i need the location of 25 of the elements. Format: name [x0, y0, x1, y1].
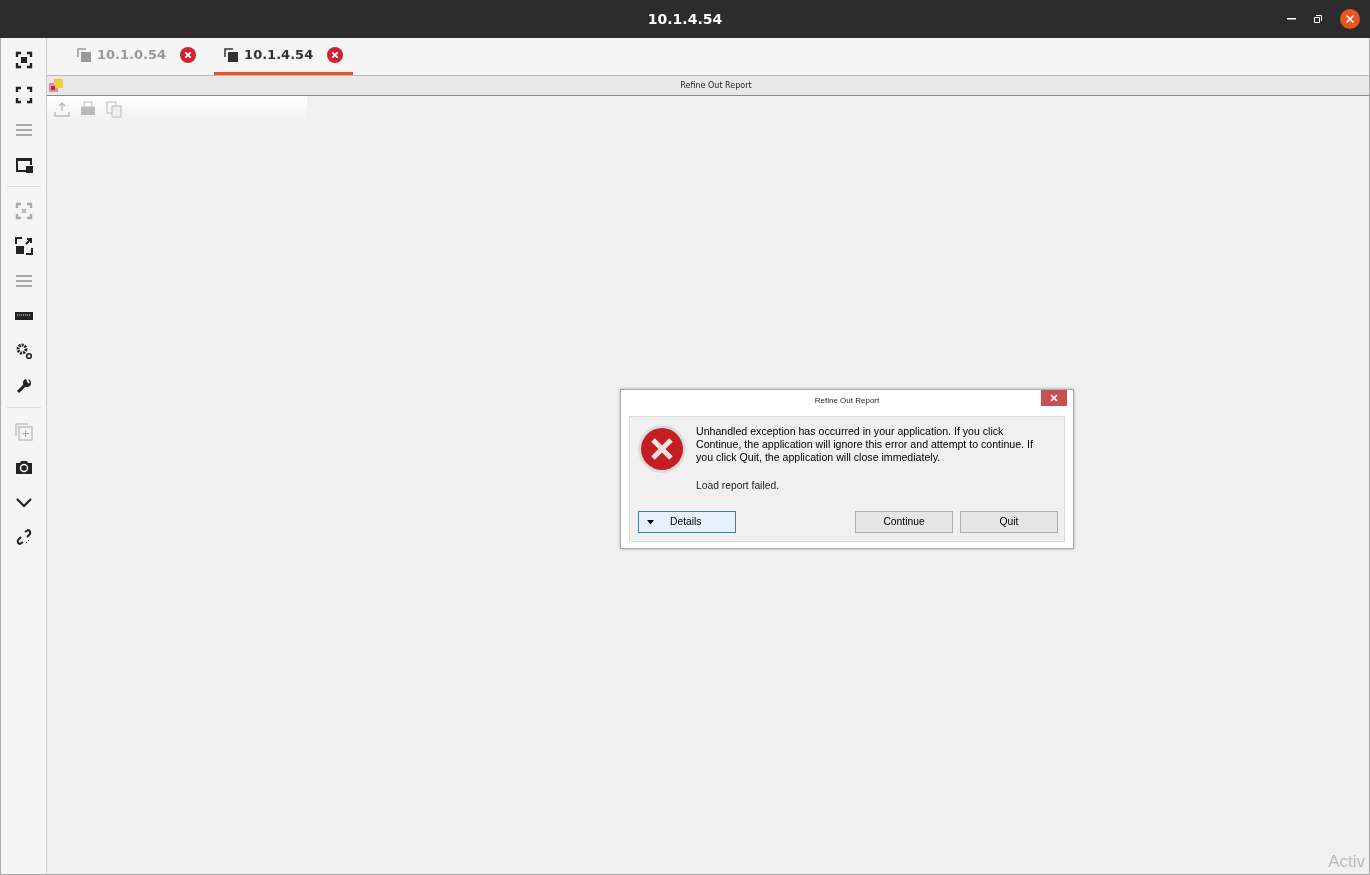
quit-button[interactable]: Quit: [960, 511, 1058, 533]
link-icon[interactable]: [14, 527, 33, 546]
window-title: 10.1.4.54: [647, 9, 723, 29]
gears-icon[interactable]: [14, 341, 33, 360]
error-icon: [637, 424, 687, 474]
wrench-icon[interactable]: [14, 376, 33, 395]
close-icon: [1050, 394, 1058, 402]
expand-icon[interactable]: [14, 236, 33, 255]
report-window-title: Refine Out Report: [679, 79, 753, 92]
minimize-icon[interactable]: [1287, 18, 1296, 20]
details-button[interactable]: Details: [638, 511, 736, 533]
continue-button[interactable]: Continue: [855, 511, 953, 533]
error-detail: Load report failed.: [696, 479, 779, 493]
dialog-title: Refine Out Report: [814, 395, 880, 407]
error-message: Unhandled exception has occurred in your application. If you click Continue, the application will ignore this error and attempt to continue. If you click Quit, the application will close immediately.: [696, 425, 1034, 464]
windows-icon: [77, 48, 91, 62]
close-button[interactable]: [1041, 390, 1067, 406]
window-icon[interactable]: [14, 155, 33, 174]
frame-corners-icon[interactable]: [14, 85, 33, 104]
app-icon: [49, 78, 63, 93]
close-icon[interactable]: [1340, 9, 1360, 29]
restore-icon[interactable]: [1314, 15, 1322, 23]
windows-icon: [224, 48, 239, 62]
target-frame-icon[interactable]: [14, 50, 33, 69]
caret-icon: [647, 519, 654, 525]
